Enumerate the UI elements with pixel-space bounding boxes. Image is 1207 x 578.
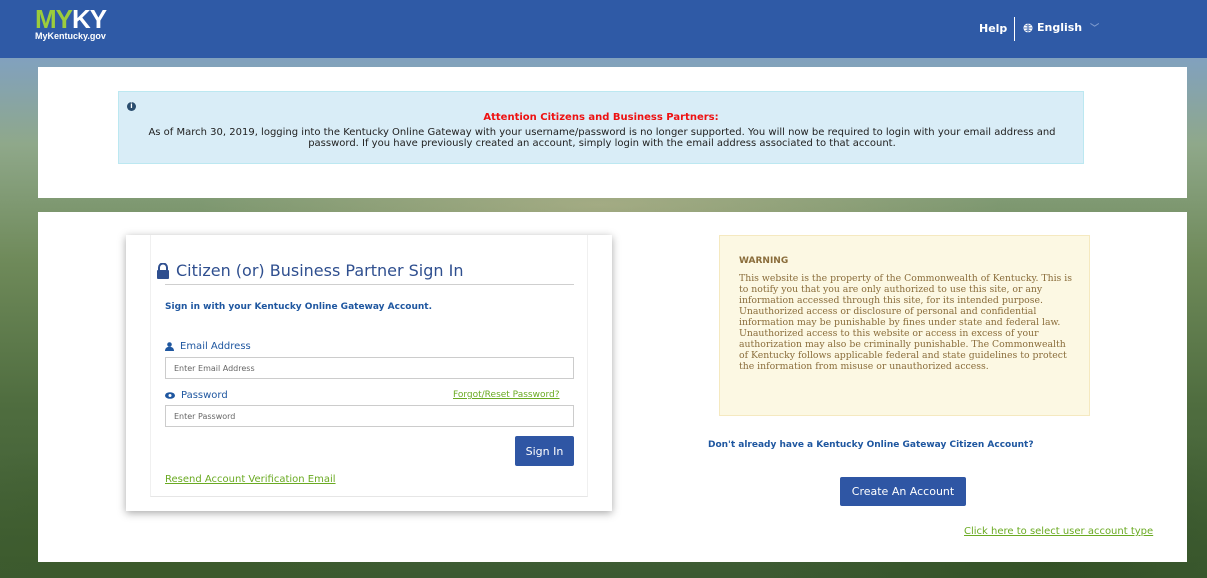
eye-icon bbox=[165, 392, 175, 399]
login-panel: Citizen (or) Business Partner Sign In Si… bbox=[38, 212, 1187, 562]
create-account-button[interactable]: Create An Account bbox=[840, 477, 966, 506]
forgot-password-link[interactable]: Forgot/Reset Password? bbox=[453, 390, 560, 400]
language-label: English bbox=[1037, 21, 1083, 34]
globe-icon bbox=[1023, 23, 1033, 32]
warning-title: WARNING bbox=[739, 256, 789, 266]
alert-title: Attention Citizens and Business Partners… bbox=[483, 112, 719, 123]
warning-text: This website is the property of the Comm… bbox=[739, 273, 1073, 372]
signin-title: Citizen (or) Business Partner Sign In bbox=[156, 261, 463, 280]
info-alert: i Attention Citizens and Business Partne… bbox=[118, 91, 1084, 164]
alert-text: As of March 30, 2019, logging into the K… bbox=[148, 127, 1056, 149]
announcement-panel: i Attention Citizens and Business Partne… bbox=[38, 67, 1187, 198]
signin-card: Citizen (or) Business Partner Sign In Si… bbox=[126, 235, 612, 511]
password-label: Password bbox=[165, 390, 228, 401]
help-link[interactable]: Help bbox=[979, 22, 1007, 35]
password-field[interactable] bbox=[165, 405, 574, 427]
info-icon: i bbox=[127, 102, 136, 111]
email-field[interactable] bbox=[165, 357, 574, 379]
email-label: Email Address bbox=[165, 341, 251, 352]
resend-verification-link[interactable]: Resend Account Verification Email bbox=[165, 474, 336, 485]
lock-icon bbox=[157, 262, 169, 279]
signin-subtitle: Sign in with your Kentucky Online Gatewa… bbox=[165, 302, 433, 312]
no-account-prompt: Don't already have a Kentucky Online Gat… bbox=[708, 440, 1034, 450]
select-account-type-link[interactable]: Click here to select user account type bbox=[964, 526, 1153, 537]
warning-box: WARNING This website is the property of … bbox=[719, 235, 1090, 416]
user-icon bbox=[165, 342, 174, 351]
chevron-down-icon: ﹀ bbox=[1090, 24, 1100, 34]
title-divider bbox=[165, 284, 574, 285]
top-navbar: MYKY MyKentucky.gov Help English ﹀ bbox=[0, 0, 1207, 58]
myky-logo[interactable]: MYKY MyKentucky.gov bbox=[35, 6, 107, 41]
language-selector[interactable]: English ﹀ bbox=[1023, 21, 1099, 34]
sign-in-button[interactable]: Sign In bbox=[515, 436, 574, 466]
nav-divider bbox=[1014, 17, 1015, 41]
